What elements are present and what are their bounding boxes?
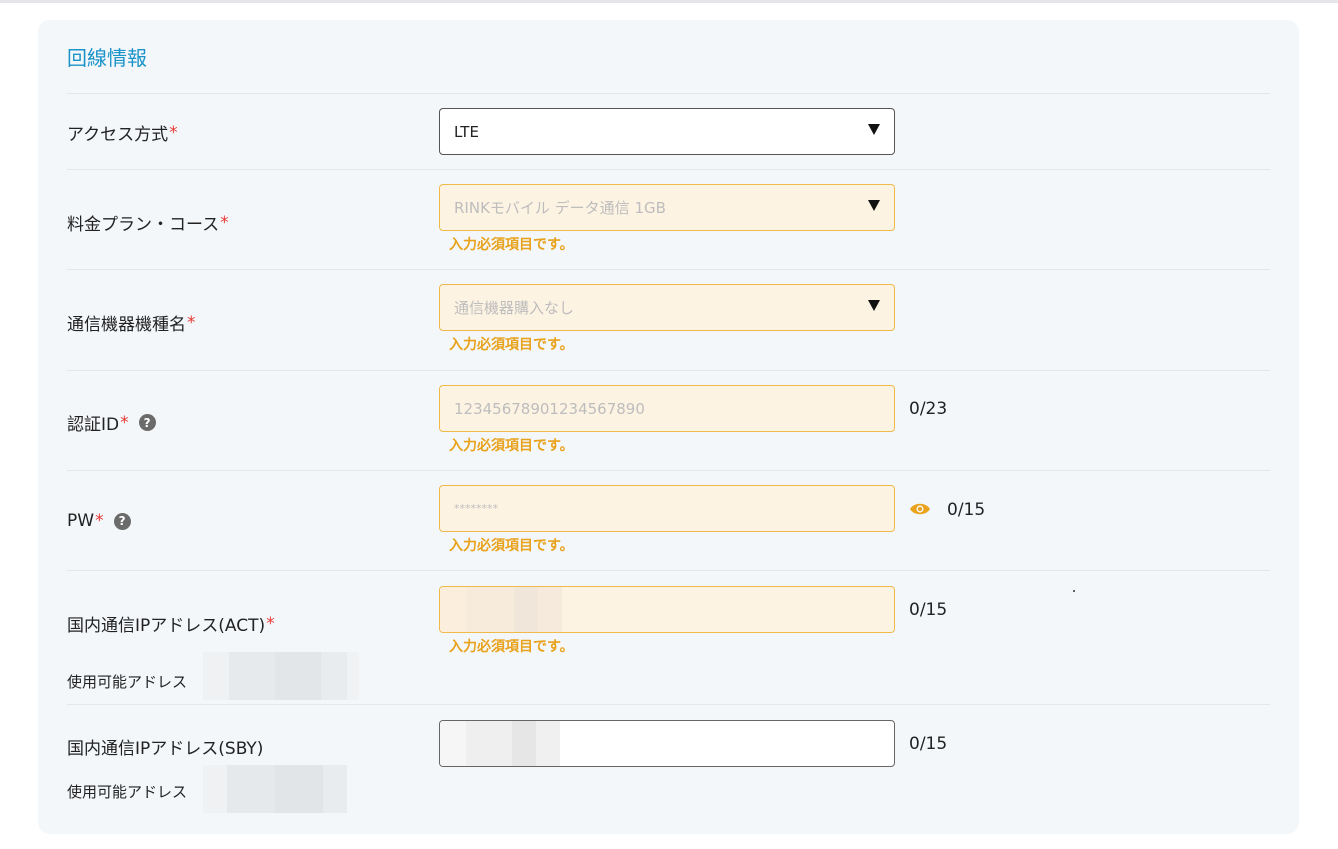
ip-sby-input[interactable] [439, 720, 895, 767]
auth-id-counter: 0/23 [909, 399, 948, 419]
divider [67, 93, 1270, 94]
plan-error: 入力必須項目です。 [449, 237, 574, 253]
ip-act-error: 入力必須項目です。 [449, 639, 574, 655]
stray-dot [1073, 590, 1075, 592]
divider [67, 470, 1270, 471]
top-border [0, 0, 1338, 3]
question-circle-icon[interactable]: ? [113, 512, 131, 530]
password-label: PW * ? [67, 511, 131, 531]
ip-sby-counter: 0/15 [909, 734, 948, 754]
divider [67, 570, 1270, 571]
ip-act-counter: 0/15 [909, 600, 948, 620]
plan-label: 料金プラン・コース * [67, 210, 229, 236]
auth-id-input[interactable]: 12345678901234567890 [439, 385, 895, 432]
required-mark: * [169, 122, 178, 143]
ip-sby-available-label: 使用可能アドレス [67, 783, 188, 801]
password-error: 入力必須項目です。 [449, 538, 574, 554]
required-mark: * [220, 212, 229, 233]
auth-id-label: 認証ID * ? [67, 410, 156, 435]
auth-id-error: 入力必須項目です。 [449, 438, 574, 454]
label-text: 認証ID [67, 415, 120, 435]
divider [67, 169, 1270, 170]
required-mark: * [95, 511, 104, 531]
section-title: 回線情報 [67, 46, 147, 70]
select-value: LTE [454, 122, 479, 141]
ip-sby-label: 国内通信IPアドレス(SBY) [67, 734, 263, 759]
required-mark: * [187, 312, 196, 333]
access-method-select[interactable]: LTE [439, 108, 895, 155]
ip-act-input[interactable] [439, 586, 895, 633]
device-model-label: 通信機器機種名 * [67, 310, 196, 336]
caret-down-icon [868, 300, 880, 311]
required-mark: * [120, 412, 129, 433]
redacted-value [440, 721, 560, 766]
password-input[interactable]: ******** [439, 485, 895, 532]
question-circle-icon[interactable]: ? [138, 414, 156, 431]
divider [67, 370, 1270, 371]
caret-down-icon [868, 200, 880, 211]
input-placeholder: 12345678901234567890 [454, 399, 645, 418]
ip-act-label: 国内通信IPアドレス(ACT) * [67, 611, 275, 637]
required-mark: * [266, 613, 275, 634]
line-info-card: 回線情報 アクセス方式 * LTE 料金プラン・コース * RINKモバイル データ… [38, 20, 1299, 834]
select-placeholder: RINKモバイル データ通信 1GB [454, 199, 666, 217]
input-placeholder: ******** [454, 502, 498, 515]
label-text: 通信機器機種名 [67, 315, 186, 335]
label-text: PW [67, 511, 95, 531]
access-method-label: アクセス方式 * [67, 120, 178, 146]
eye-icon[interactable] [909, 502, 931, 516]
label-text: アクセス方式 [67, 125, 169, 145]
redacted-value [440, 587, 562, 632]
label-text: 国内通信IPアドレス(SBY) [67, 739, 264, 759]
label-text: 料金プラン・コース [67, 215, 220, 235]
password-counter: 0/15 [947, 500, 986, 520]
redacted-available-address [203, 652, 359, 700]
device-model-select[interactable]: 通信機器購入なし [439, 284, 895, 331]
device-model-error: 入力必須項目です。 [449, 337, 574, 353]
select-placeholder: 通信機器購入なし [454, 299, 575, 317]
divider [67, 704, 1270, 705]
plan-select[interactable]: RINKモバイル データ通信 1GB [439, 184, 895, 231]
ip-act-available-label: 使用可能アドレス [67, 673, 188, 691]
redacted-available-address [203, 765, 347, 813]
divider [67, 269, 1270, 270]
label-text: 国内通信IPアドレス(ACT) [67, 616, 266, 636]
caret-down-icon [868, 124, 880, 135]
